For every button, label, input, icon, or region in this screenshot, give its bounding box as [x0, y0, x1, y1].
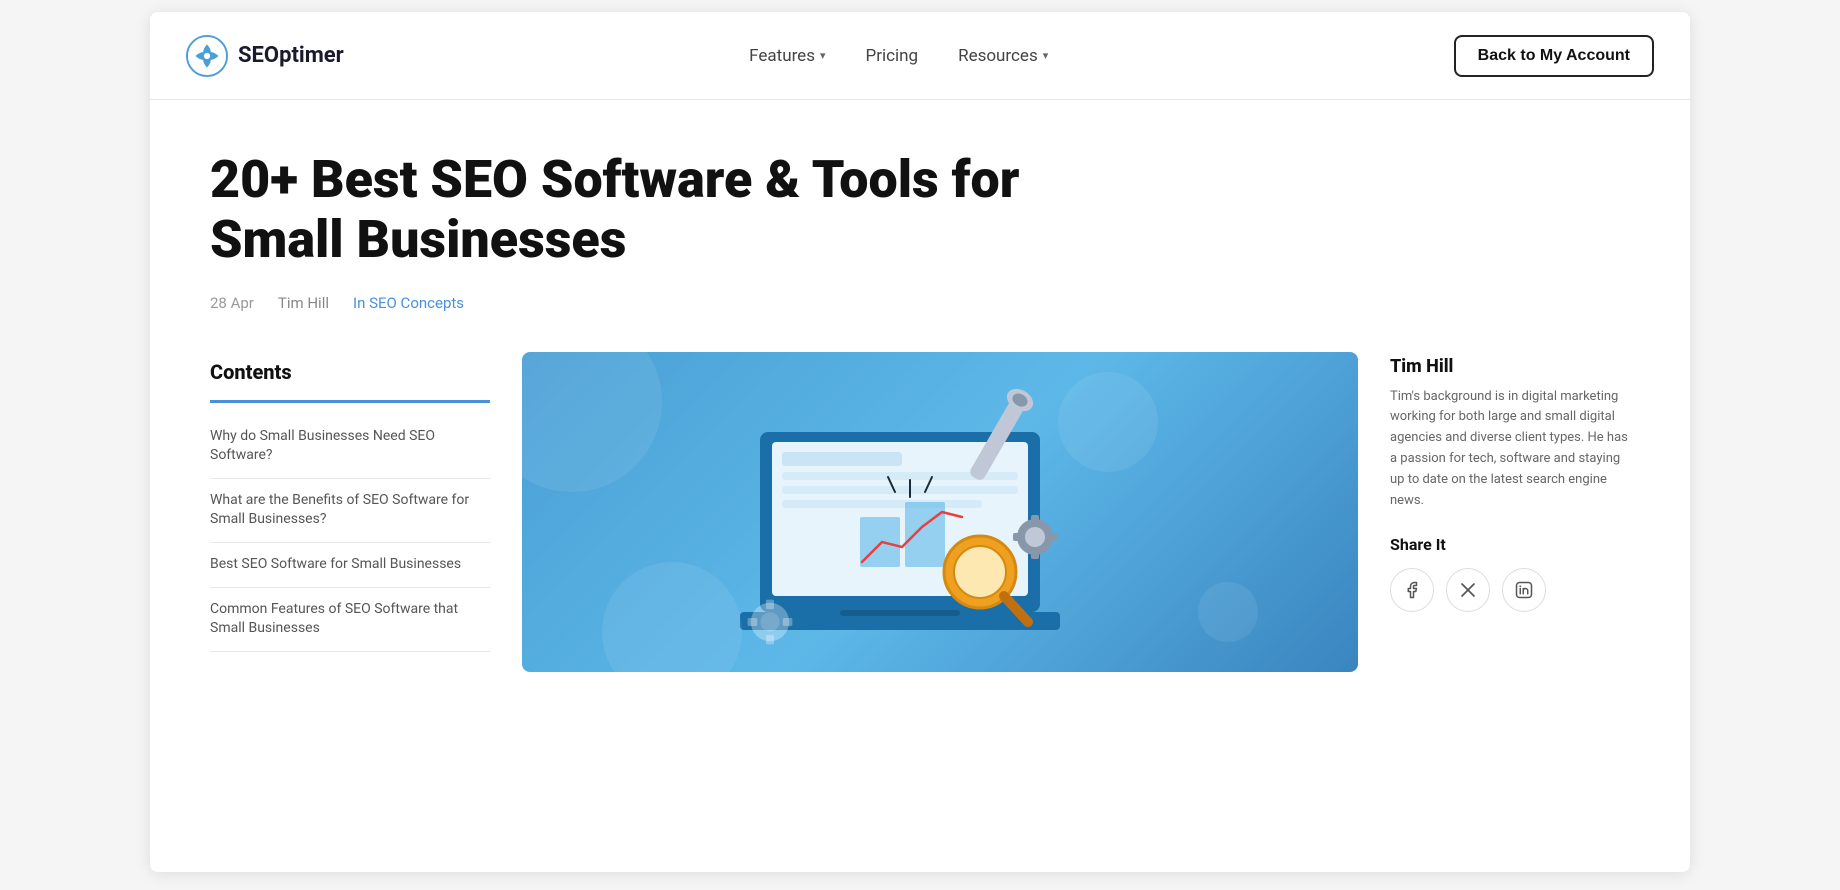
logo-link[interactable]: SEOptimer — [186, 35, 344, 77]
article-date: 28 Apr — [210, 294, 254, 312]
right-sidebar: Tim Hill Tim's background is in digital … — [1390, 352, 1630, 613]
logo-icon — [186, 35, 228, 77]
page-wrapper: SEOptimer Features ▾ Pricing Resources ▾… — [150, 12, 1690, 872]
resources-chevron-icon: ▾ — [1043, 49, 1049, 62]
article-author: Tim Hill — [278, 294, 329, 312]
article-category[interactable]: In SEO Concepts — [353, 294, 464, 312]
toc-heading: Contents — [210, 360, 490, 384]
logo-text: SEOptimer — [238, 43, 344, 68]
toc-item[interactable]: What are the Benefits of SEO Software fo… — [210, 479, 490, 543]
features-chevron-icon: ▾ — [820, 49, 826, 62]
facebook-icon — [1403, 581, 1421, 599]
nav-resources[interactable]: Resources ▾ — [958, 46, 1048, 66]
article-image-area — [522, 352, 1358, 672]
author-name: Tim Hill — [1390, 356, 1630, 377]
toc-sidebar: Contents Why do Small Businesses Need SE… — [210, 352, 490, 652]
share-linkedin-button[interactable] — [1502, 568, 1546, 612]
article-title: 20+ Best SEO Software & Tools for Small … — [210, 150, 1070, 270]
toc-item[interactable]: Why do Small Businesses Need SEO Softwar… — [210, 415, 490, 479]
toc-list: Why do Small Businesses Need SEO Softwar… — [210, 400, 490, 652]
linkedin-icon — [1515, 581, 1533, 599]
article-body: Contents Why do Small Businesses Need SE… — [210, 352, 1630, 672]
nav-pricing[interactable]: Pricing — [866, 46, 919, 66]
share-twitter-button[interactable] — [1446, 568, 1490, 612]
toc-item[interactable]: Best SEO Software for Small Businesses — [210, 543, 490, 588]
share-facebook-button[interactable] — [1390, 568, 1434, 612]
back-to-account-button[interactable]: Back to My Account — [1454, 35, 1654, 77]
share-icons — [1390, 568, 1630, 612]
nav-links: Features ▾ Pricing Resources ▾ — [749, 46, 1048, 66]
navbar: SEOptimer Features ▾ Pricing Resources ▾… — [150, 12, 1690, 100]
nav-features[interactable]: Features ▾ — [749, 46, 825, 66]
toc-item[interactable]: Common Features of SEO Software that Sma… — [210, 588, 490, 652]
bg-decoration — [1058, 372, 1158, 472]
article-meta: 28 Apr Tim Hill In SEO Concepts — [210, 294, 1630, 312]
share-title: Share It — [1390, 535, 1630, 554]
twitter-x-icon — [1459, 581, 1477, 599]
bg-decoration — [522, 352, 662, 492]
bg-decoration — [1198, 582, 1258, 642]
hero-image — [522, 352, 1358, 672]
main-content: 20+ Best SEO Software & Tools for Small … — [150, 100, 1690, 672]
author-bio: Tim's background is in digital marketing… — [1390, 387, 1630, 512]
